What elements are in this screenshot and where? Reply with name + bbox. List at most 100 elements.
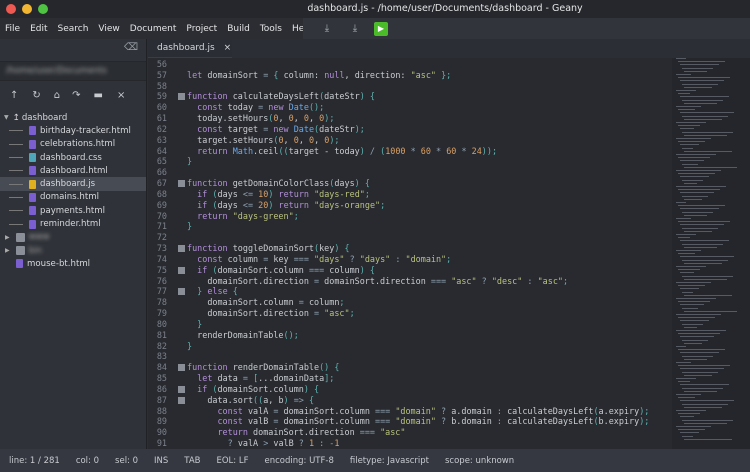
minimap-line bbox=[680, 400, 734, 402]
menu-tools[interactable]: Tools bbox=[255, 24, 287, 34]
tree-item[interactable]: mouse-bt.html bbox=[0, 257, 146, 270]
minimap-line bbox=[676, 282, 711, 283]
build-icon[interactable]: ⤓ bbox=[348, 22, 362, 36]
minimap-line bbox=[682, 387, 723, 389]
line-number: 66 bbox=[156, 167, 167, 178]
minimap-line bbox=[680, 192, 714, 194]
menu-search[interactable]: Search bbox=[53, 24, 94, 34]
tree-file[interactable]: domains.html bbox=[0, 191, 146, 204]
tree-file[interactable]: dashboard.css bbox=[0, 151, 146, 164]
up-icon[interactable]: ↑ bbox=[10, 90, 18, 101]
tab-close-icon[interactable]: × bbox=[224, 43, 232, 53]
fold-marker-icon[interactable] bbox=[178, 266, 185, 274]
fold-marker-icon[interactable] bbox=[178, 288, 185, 296]
tree-file[interactable]: payments.html bbox=[0, 204, 146, 217]
minimap-line bbox=[684, 374, 712, 376]
file-icon bbox=[29, 206, 36, 216]
status-filetype: filetype: Javascript bbox=[349, 455, 429, 466]
file-icon bbox=[29, 192, 36, 202]
minimap-line bbox=[684, 326, 697, 328]
status-encoding: encoding: UTF-8 bbox=[264, 455, 334, 466]
minimap-line bbox=[682, 67, 713, 69]
code-line: function toggleDomainSort(key) { bbox=[187, 243, 350, 254]
minimap-line bbox=[680, 96, 729, 98]
tree-item[interactable]: ▶ bin bbox=[0, 244, 146, 257]
item-label: www bbox=[28, 232, 50, 243]
menu-view[interactable]: View bbox=[93, 24, 124, 34]
fold-marker-icon[interactable] bbox=[178, 364, 185, 372]
line-number: 87 bbox=[156, 394, 167, 405]
fold-marker-icon[interactable] bbox=[178, 180, 185, 188]
minimap-line bbox=[678, 429, 705, 431]
minimap-line bbox=[680, 64, 719, 66]
minimap-line bbox=[684, 134, 727, 136]
minimap-line bbox=[682, 435, 693, 437]
run-icon[interactable]: ▶ bbox=[374, 21, 388, 36]
clear-filter-icon[interactable]: ⌫ bbox=[0, 42, 146, 58]
line-number: 70 bbox=[156, 210, 167, 221]
line-number: 90 bbox=[156, 427, 167, 438]
line-number: 77 bbox=[156, 286, 167, 297]
menu-project[interactable]: Project bbox=[181, 24, 222, 34]
minimap-line bbox=[682, 115, 728, 117]
tree-file[interactable]: dashboard.html bbox=[0, 164, 146, 177]
minimap-line bbox=[678, 141, 705, 143]
path-entry[interactable]: /home/user/Documents bbox=[0, 61, 146, 81]
minimap-line bbox=[678, 157, 710, 159]
menu-edit[interactable]: Edit bbox=[25, 24, 52, 34]
minimap-line bbox=[682, 227, 718, 229]
tree-file[interactable]: reminder.html bbox=[0, 217, 146, 230]
status-scope: scope: unknown bbox=[445, 455, 515, 466]
folder-icon[interactable]: ▬ bbox=[94, 90, 103, 101]
item-label: bin bbox=[28, 245, 42, 256]
tree-file[interactable]: celebrations.html bbox=[0, 138, 146, 151]
folder-label: dashboard bbox=[21, 112, 68, 123]
minimap-line bbox=[676, 138, 711, 139]
tree-file[interactable]: dashboard.js bbox=[0, 177, 146, 191]
fold-marker-icon[interactable] bbox=[178, 93, 185, 101]
tree-folder-dashboard[interactable]: ▼ ↥ dashboard bbox=[0, 111, 146, 124]
code-line: ? valA > valB ? 1 : -1 bbox=[187, 438, 340, 449]
fold-marker-icon[interactable] bbox=[178, 385, 185, 393]
refresh-icon[interactable]: ↻ bbox=[32, 90, 40, 101]
code-line: } bbox=[187, 221, 193, 232]
home-icon[interactable]: ⌂ bbox=[54, 90, 60, 101]
minimap-line bbox=[682, 195, 708, 197]
minimap-line bbox=[676, 426, 711, 427]
file-label: dashboard.css bbox=[40, 152, 102, 163]
menu-file[interactable]: File bbox=[0, 24, 25, 34]
code-line: target.setHours(0, 0, 0, 0); bbox=[187, 134, 340, 145]
line-number: 58 bbox=[156, 80, 167, 91]
minimap-line bbox=[676, 202, 686, 203]
set-path-icon[interactable]: ↷ bbox=[72, 90, 80, 101]
file-label: reminder.html bbox=[40, 219, 101, 230]
code-editor[interactable]: 56 57 let domainSort = { column: null, dir… bbox=[148, 58, 672, 449]
fold-marker-icon[interactable] bbox=[178, 396, 185, 404]
minimap-line bbox=[680, 352, 719, 354]
tab-dashboard-js[interactable]: dashboard.js × bbox=[148, 39, 232, 58]
code-line: if (days <= 20) return "days-orange"; bbox=[187, 199, 386, 210]
tree-file[interactable]: birthday-tracker.html bbox=[0, 124, 146, 137]
menu-document[interactable]: Document bbox=[125, 24, 182, 34]
compile-icon[interactable]: ⤓ bbox=[320, 22, 334, 36]
minimap-line bbox=[680, 160, 704, 162]
line-number: 75 bbox=[156, 264, 167, 275]
status-bar: line: 1 / 281 col: 0 sel: 0 INS TAB EOL:… bbox=[0, 449, 750, 472]
minimap-line bbox=[678, 173, 715, 175]
code-line: } bbox=[187, 318, 203, 329]
minimap-line bbox=[682, 243, 723, 245]
fold-marker-icon[interactable] bbox=[178, 245, 185, 253]
code-line: return Math.ceil((target - today) / (100… bbox=[187, 145, 498, 156]
code-line: domainSort.direction = domainSort.direct… bbox=[187, 275, 569, 286]
minimap-line bbox=[676, 58, 686, 59]
menu-build[interactable]: Build bbox=[222, 24, 255, 34]
minimap-line bbox=[678, 317, 715, 319]
minimap-line bbox=[676, 122, 706, 123]
line-number: 63 bbox=[156, 134, 167, 145]
minimap[interactable] bbox=[672, 58, 750, 449]
close-icon[interactable]: × bbox=[117, 90, 125, 101]
line-number: 79 bbox=[156, 308, 167, 319]
tree-item[interactable]: ▶ www bbox=[0, 231, 146, 244]
line-number: 62 bbox=[156, 123, 167, 134]
code-line: } bbox=[187, 156, 193, 167]
